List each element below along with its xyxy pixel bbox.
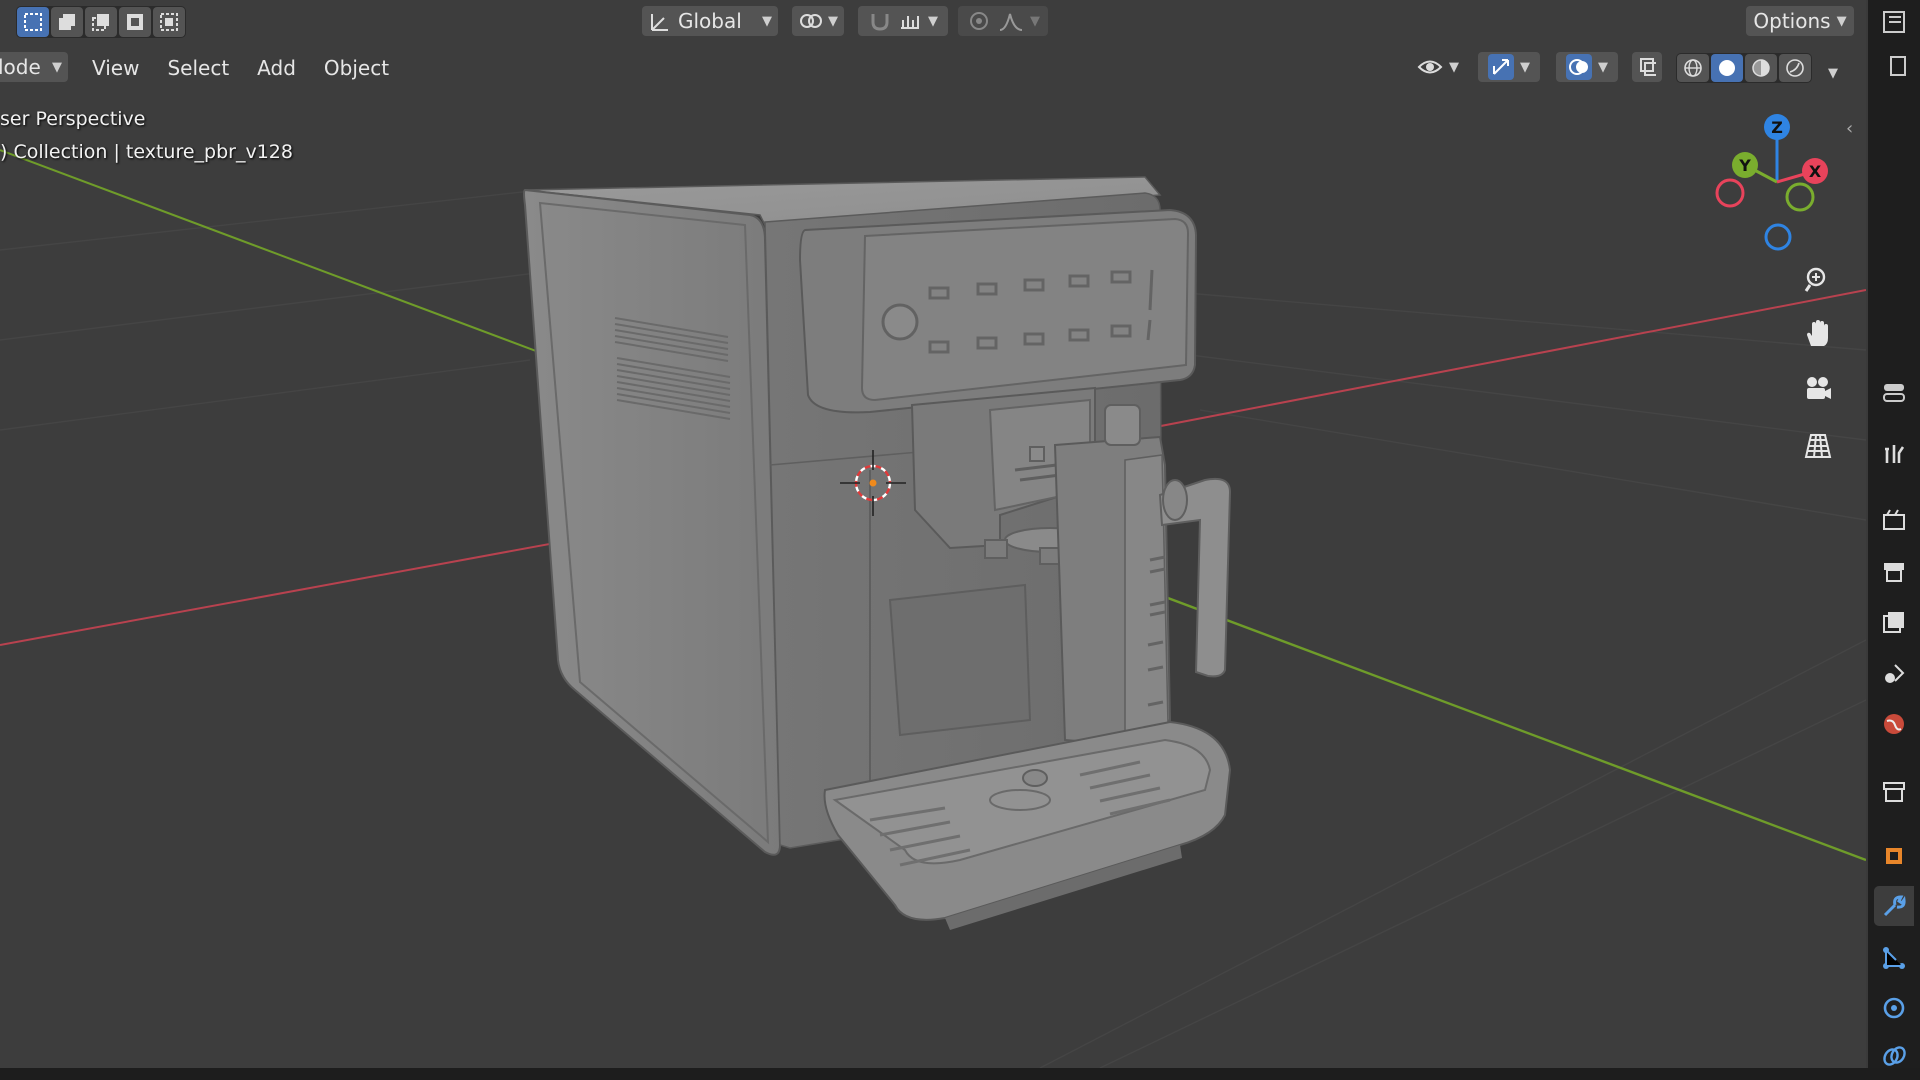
object-icon[interactable] [1874, 836, 1914, 876]
menu-add[interactable]: Add [247, 52, 306, 84]
proportional-editing[interactable]: ▼ [958, 6, 1048, 36]
rendered-shading-icon[interactable] [1779, 54, 1811, 82]
menu-object[interactable]: Object [314, 52, 399, 84]
snapping-dropdown[interactable]: ▼ [858, 6, 948, 36]
orientation-icon [651, 14, 668, 31]
sidebar-toggle-chevron-icon[interactable]: ‹ [1846, 118, 1853, 139]
particles-icon[interactable] [1874, 938, 1914, 978]
y-axis-line [0, 149, 561, 361]
proportional-edit-icon [970, 12, 988, 30]
overlays-icon[interactable] [1566, 54, 1592, 80]
properties-editor-icon[interactable] [1874, 372, 1914, 412]
chevron-down-icon: ▼ [828, 13, 838, 29]
snap-magnet-icon [871, 14, 889, 31]
gizmo-toggle-icon[interactable] [1488, 54, 1514, 80]
properties-tab-strip [1868, 0, 1920, 1080]
grid-icon[interactable] [1796, 424, 1840, 468]
menu-select[interactable]: Select [157, 52, 239, 84]
chevron-down-icon: ▼ [1030, 13, 1040, 29]
xray-icon [1640, 58, 1656, 76]
options-dropdown[interactable]: Options ▼ [1746, 6, 1854, 36]
mode-dropdown[interactable]: lode ▼ [0, 52, 68, 82]
material-shading-icon[interactable] [1745, 54, 1777, 82]
overlays-dropdown[interactable]: ▼ [1556, 52, 1618, 82]
3d-viewport[interactable]: Global ▼ ▼ ▼ ▼ Options ▼ lode ▼ View Sel… [0, 0, 1866, 1068]
pivot-point-dropdown[interactable]: ▼ [792, 6, 844, 36]
gizmo-neg-y-axis[interactable] [1785, 182, 1815, 212]
gizmo-z-label: Z [1771, 118, 1783, 137]
chevron-down-icon: ▼ [762, 13, 772, 29]
physics-icon[interactable] [1874, 988, 1914, 1028]
gizmo-x-label: X [1809, 162, 1822, 181]
view-layer-icon[interactable] [1874, 602, 1914, 642]
viewport-menu: View Select Add Object [82, 52, 399, 84]
chevron-down-icon: ▼ [1520, 59, 1530, 75]
viewport-header: lode ▼ View Select Add Object ▼ ▼ ▼ ▼ [0, 46, 1866, 90]
gizmo-y-label: Y [1738, 156, 1751, 175]
tool-icon[interactable] [1874, 434, 1914, 474]
gizmo-neg-z-axis[interactable] [1764, 223, 1792, 251]
transform-orientation-label: Global [678, 9, 742, 33]
visibility-dropdown[interactable]: ▼ [1410, 52, 1466, 82]
snap-increment-icon [901, 16, 919, 29]
select-intersect-icon[interactable] [153, 7, 185, 37]
options-label: Options [1753, 9, 1831, 33]
select-extend-icon[interactable] [51, 7, 83, 37]
coffee-machine-model [523, 176, 1232, 930]
navigation-gizmo[interactable]: Z Y X [1700, 105, 1850, 255]
status-bar [0, 1068, 1920, 1080]
wireframe-shading-icon[interactable] [1677, 54, 1709, 82]
pivot-icon [800, 14, 822, 28]
outliner-filter-icon[interactable] [1874, 46, 1914, 86]
output-icon[interactable] [1874, 552, 1914, 592]
scene-icon[interactable] [1874, 654, 1914, 694]
view-perspective-label: ser Perspective [0, 108, 146, 130]
render-icon[interactable] [1874, 500, 1914, 540]
tool-header: Global ▼ ▼ ▼ ▼ Options ▼ [0, 0, 1866, 44]
mode-label: lode [0, 55, 41, 79]
camera-icon[interactable] [1796, 368, 1840, 412]
transform-orientation-dropdown[interactable]: Global ▼ [642, 6, 778, 36]
modifier-icon[interactable] [1874, 886, 1914, 926]
select-subtract-icon[interactable] [85, 7, 117, 37]
select-mode-group [16, 6, 186, 38]
falloff-curve-icon [999, 13, 1023, 31]
eye-icon [1417, 60, 1443, 74]
chevron-down-icon: ▼ [52, 59, 62, 75]
select-new-icon[interactable] [17, 7, 49, 37]
select-invert-icon[interactable] [119, 7, 151, 37]
hand-icon[interactable] [1796, 312, 1840, 356]
collection-info-label: ) Collection | texture_pbr_v128 [0, 141, 293, 163]
outliner-editor-icon[interactable] [1874, 2, 1914, 42]
collection-icon[interactable] [1874, 772, 1914, 812]
shading-options-chevron-icon[interactable]: ▼ [1828, 66, 1838, 81]
chevron-down-icon: ▼ [928, 13, 938, 29]
gizmo-dropdown[interactable]: ▼ [1478, 52, 1540, 82]
chevron-down-icon: ▼ [1598, 59, 1608, 75]
menu-view[interactable]: View [82, 52, 149, 84]
chevron-down-icon: ▼ [1836, 13, 1847, 29]
gizmo-neg-x-axis[interactable] [1715, 178, 1745, 208]
solid-shading-icon[interactable] [1711, 54, 1743, 82]
xray-toggle[interactable] [1632, 52, 1662, 82]
world-icon[interactable] [1874, 704, 1914, 744]
x-axis-line-back [1139, 289, 1866, 431]
chevron-down-icon: ▼ [1449, 59, 1459, 75]
shading-mode-group [1676, 53, 1812, 83]
zoom-icon[interactable] [1796, 258, 1840, 302]
